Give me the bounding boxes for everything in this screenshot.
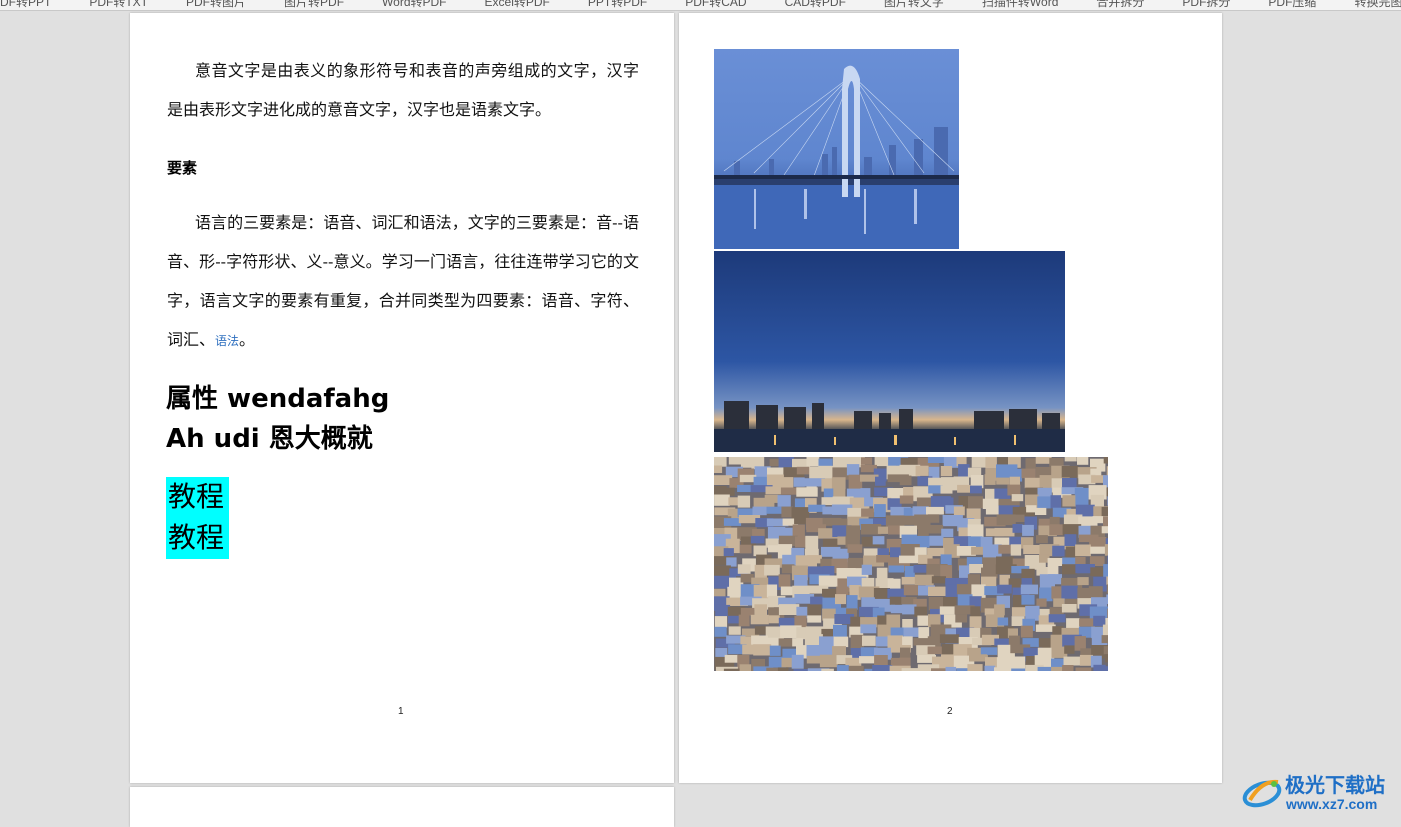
skyline-illustration bbox=[714, 401, 1065, 452]
document-page-2: 2 bbox=[679, 13, 1222, 783]
toolbar-item[interactable]: Excel转PDF bbox=[485, 0, 550, 10]
city-rooftops-illustration bbox=[714, 457, 1108, 671]
site-watermark: 极光下载站 www.xz7.com bbox=[1240, 768, 1395, 818]
document-page-3 bbox=[130, 787, 674, 827]
toolbar-item[interactable]: 转换完图 bbox=[1354, 0, 1401, 10]
toolbar-item[interactable]: 图片转文字 bbox=[884, 0, 944, 10]
toolbar-item[interactable]: PDF转CAD bbox=[685, 0, 746, 10]
watermark-logo-icon bbox=[1242, 779, 1282, 808]
toolbar-item[interactable]: PDF拆分 bbox=[1182, 0, 1230, 10]
toolbar-item[interactable]: Word转PDF bbox=[382, 0, 446, 10]
paragraph-elements: 语言的三要素是：语音、词汇和语法，文字的三要素是：音--语音、形--字符形状、义… bbox=[167, 203, 639, 361]
watermark-url: www.xz7.com bbox=[1286, 796, 1378, 812]
bridge-illustration bbox=[714, 65, 959, 249]
toolbar-item[interactable]: PDF压缩 bbox=[1268, 0, 1316, 10]
city-rooftops-photo[interactable] bbox=[714, 457, 1108, 671]
toolbar-item[interactable]: 扫描件转Word bbox=[982, 0, 1058, 10]
top-toolbar: DF转PPT PDF转TXT PDF转图片 图片转PDF Word转PDF Excel转P… bbox=[0, 0, 1401, 11]
toolbar-item[interactable]: PDF转TXT bbox=[89, 0, 148, 10]
paragraph-elements-end: 。 bbox=[239, 330, 256, 349]
highlight-text-1: 教程 bbox=[168, 480, 225, 513]
big-heading-attributes: 属性 wendafahg bbox=[166, 384, 390, 414]
watermark-title: 极光下载站 bbox=[1285, 773, 1385, 797]
bridge-photo[interactable] bbox=[714, 49, 959, 249]
section-heading-elements: 要素 bbox=[167, 159, 198, 177]
toolbar-items: DF转PPT PDF转TXT PDF转图片 图片转PDF Word转PDF Excel转P… bbox=[0, 0, 1401, 10]
document-page-1: 意音文字是由表义的象形符号和表音的声旁组成的文字，汉字是由表形文字进化成的意音文… bbox=[130, 13, 674, 783]
toolbar-item[interactable]: DF转PPT bbox=[0, 0, 51, 10]
page-number-2: 2 bbox=[947, 706, 953, 717]
page-number-1: 1 bbox=[398, 706, 404, 717]
toolbar-item[interactable]: 图片转PDF bbox=[284, 0, 344, 10]
toolbar-item[interactable]: 合并拆分 bbox=[1096, 0, 1144, 10]
big-heading-second: Ah udi 恩大概就 bbox=[166, 424, 373, 454]
paragraph-elements-text: 语言的三要素是：语音、词汇和语法，文字的三要素是：音--语音、形--字符形状、义… bbox=[167, 213, 639, 349]
toolbar-item[interactable]: PDF转图片 bbox=[186, 0, 246, 10]
grammar-link[interactable]: 语法 bbox=[215, 334, 239, 348]
highlight-text-2: 教程 bbox=[168, 521, 225, 554]
paragraph-intro: 意音文字是由表义的象形符号和表音的声旁组成的文字，汉字是由表形文字进化成的意音文… bbox=[167, 61, 639, 119]
toolbar-item[interactable]: PPT转PDF bbox=[588, 0, 647, 10]
night-skyline-photo[interactable] bbox=[714, 251, 1065, 452]
toolbar-item[interactable]: CAD转PDF bbox=[785, 0, 846, 10]
